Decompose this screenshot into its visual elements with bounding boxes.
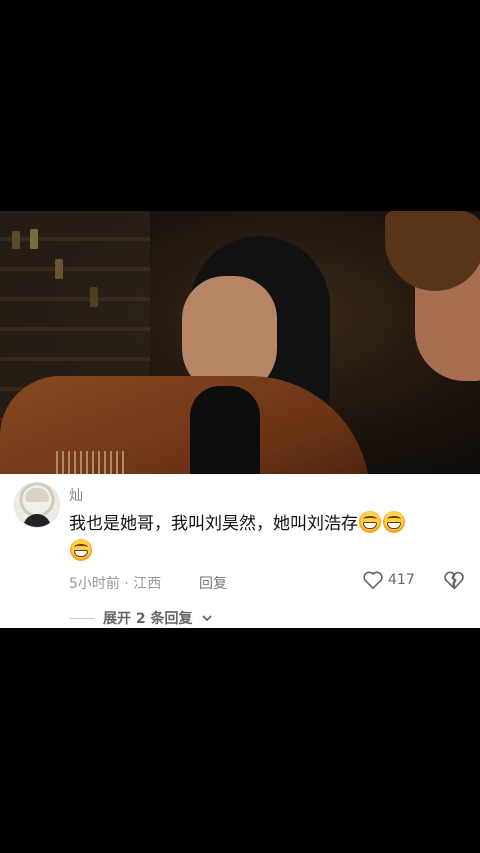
comment-meta: 5小时前 · 江西 <box>69 576 162 592</box>
shirt <box>190 386 260 474</box>
actor-side <box>385 211 480 474</box>
comment-panel: 灿 我也是她哥，我叫刘昊然，她叫刘浩存 5小时前 · 江西 回复 417 展开 … <box>0 474 480 628</box>
bottle <box>12 231 20 249</box>
username[interactable]: 灿 <box>69 485 83 505</box>
heart-outline-icon <box>363 571 383 589</box>
expand-replies-label: 展开 2 条回复 <box>103 611 193 627</box>
dislike-button[interactable] <box>443 570 465 594</box>
bottle <box>30 229 38 249</box>
grin-emoji-icon <box>383 511 405 533</box>
comment-text: 我也是她哥，我叫刘昊然，她叫刘浩存 <box>69 510 459 566</box>
like-button[interactable]: 417 <box>362 570 415 590</box>
like-count: 417 <box>388 572 415 588</box>
divider-line <box>69 617 95 619</box>
actor-main <box>0 236 370 474</box>
video-frame[interactable] <box>0 211 480 474</box>
avatar[interactable] <box>14 482 60 528</box>
avatar-body <box>23 514 51 527</box>
reply-button[interactable]: 回复 <box>199 573 227 593</box>
broken-heart-icon <box>444 571 464 589</box>
grin-emoji-icon <box>70 539 92 561</box>
bottle <box>55 259 63 279</box>
comment-body: 我也是她哥，我叫刘昊然，她叫刘浩存 <box>69 514 358 534</box>
incense-sticks <box>56 451 126 474</box>
chevron-down-icon <box>201 615 212 622</box>
hair <box>385 211 480 291</box>
bottle <box>90 287 98 307</box>
avatar-hair <box>25 488 49 502</box>
expand-replies-button[interactable]: 展开 2 条回复 <box>69 608 213 628</box>
grin-emoji-icon <box>359 511 381 533</box>
